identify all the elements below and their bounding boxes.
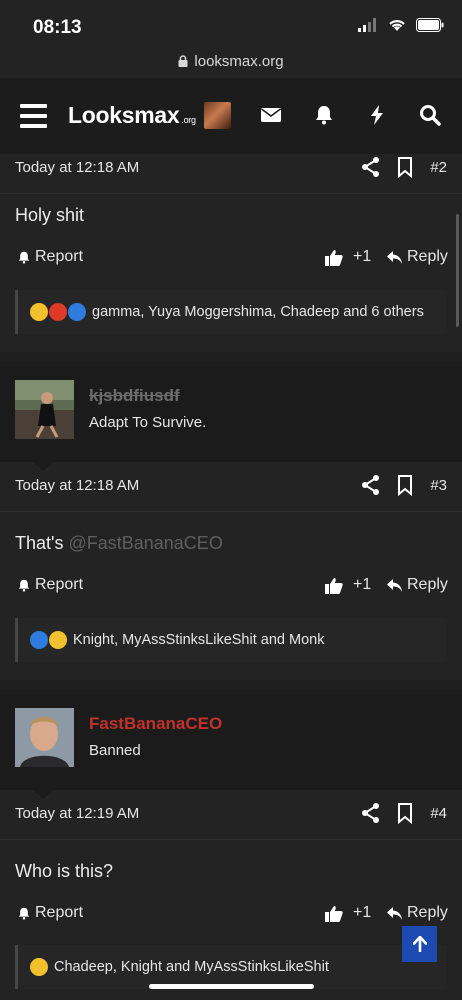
user-mention-link[interactable]: @FastBananaCEO [68,533,222,553]
user-block: kjsbdfiusdf Adapt To Survive. [0,366,462,471]
like-emoji-icon [30,631,48,649]
report-label: Report [35,576,84,593]
status-bar: 08:13 [0,0,462,46]
thumbs-up-icon [325,577,343,594]
username[interactable]: FastBananaCEO [89,714,222,734]
report-label: Report [35,904,84,921]
post-actions: Report +1 Reply [0,572,462,602]
share-icon[interactable] [361,802,381,824]
mail-icon[interactable] [260,104,282,126]
bookmark-icon[interactable] [395,802,415,824]
menu-icon[interactable] [20,104,47,128]
reactions-bar[interactable]: Knight, MyAssStinksLikeShit and Monk [15,618,447,662]
post-divider [0,680,462,694]
reply-label: Reply [407,248,448,265]
post-meta: Today at 12:19 AM #4 [0,790,462,840]
thumbs-up-icon [325,905,343,922]
lock-icon [178,55,188,67]
post-number[interactable]: #4 [430,805,447,822]
search-icon[interactable] [419,104,441,126]
reactions-text: Knight, MyAssStinksLikeShit and Monk [73,632,325,648]
bookmark-icon[interactable] [395,156,415,178]
battery-icon [416,18,444,32]
wifi-icon [389,20,405,31]
account-avatar[interactable] [204,102,231,129]
share-icon[interactable] [361,156,381,178]
reply-icon [387,578,402,592]
user-avatar[interactable] [15,380,74,439]
user-title: Adapt To Survive. [89,414,207,431]
user-title: Banned [89,742,141,759]
like-button[interactable]: +1 [325,904,371,922]
status-icons [358,18,444,32]
lightning-icon[interactable] [366,104,388,126]
report-label: Report [35,248,84,265]
laugh-emoji-icon [49,631,67,649]
like-label: +1 [353,248,372,265]
post-number[interactable]: #2 [430,159,447,176]
post-meta: Today at 12:18 AM #2 [0,144,462,194]
laugh-emoji-icon [30,303,48,321]
thread-content[interactable]: Today at 12:18 AM #2 Holy shit Report +1… [0,154,462,1000]
post-number[interactable]: #3 [430,477,447,494]
angry-emoji-icon [49,303,67,321]
post-date[interactable]: Today at 12:19 AM [15,805,139,822]
report-button[interactable]: Report [17,248,83,266]
bell-icon[interactable] [313,104,335,126]
thumbs-up-icon [325,249,343,266]
reply-label: Reply [407,576,448,593]
like-button[interactable]: +1 [325,576,371,594]
reply-icon [387,250,402,264]
like-emoji-icon [68,303,86,321]
reply-button[interactable]: Reply [386,248,448,266]
report-button[interactable]: Report [17,904,83,922]
like-button[interactable]: +1 [325,248,371,266]
post-body: Holy shit [15,205,85,225]
signal-icon [358,18,376,32]
like-label: +1 [353,904,372,921]
logo-text: Looksmax [68,102,180,128]
reactions-text: gamma, Yuya Moggershima, Chadeep and 6 o… [92,304,424,320]
post-divider [0,352,462,366]
post-body: That's @FastBananaCEO [15,533,223,554]
arrow-up-icon [412,936,427,952]
url-text: looksmax.org [194,52,284,70]
bell-icon [18,579,30,592]
scrollbar-thumb[interactable] [456,214,459,327]
share-icon[interactable] [361,474,381,496]
reply-button[interactable]: Reply [386,576,448,594]
url-bar[interactable]: looksmax.org [0,46,462,76]
reactions-text: Chadeep, Knight and MyAssStinksLikeShit [54,959,329,975]
post-body: Who is this? [15,861,114,881]
laugh-emoji-icon [30,958,48,976]
status-time: 08:13 [33,17,82,38]
like-label: +1 [353,576,372,593]
bell-icon [18,907,30,920]
reactions-bar[interactable]: gamma, Yuya Moggershima, Chadeep and 6 o… [15,290,447,334]
post-actions: Report +1 Reply [0,900,462,930]
scroll-to-top-button[interactable] [402,926,437,962]
post-text: That's [15,533,69,553]
reactions-bar[interactable]: Chadeep, Knight and MyAssStinksLikeShit [15,945,447,989]
site-logo[interactable]: Looksmax .org [68,102,196,129]
logo-suffix: .org [181,115,196,125]
home-indicator[interactable] [149,984,314,989]
bell-icon [18,251,30,264]
post-date[interactable]: Today at 12:18 AM [15,159,139,176]
username[interactable]: kjsbdfiusdf [89,386,180,406]
post-meta: Today at 12:18 AM #3 [0,462,462,512]
site-navbar: Looksmax .org [0,78,462,154]
reply-label: Reply [407,904,448,921]
bookmark-icon[interactable] [395,474,415,496]
user-block: FastBananaCEO Banned [0,694,462,799]
post-date[interactable]: Today at 12:18 AM [15,477,139,494]
reply-button[interactable]: Reply [386,904,448,922]
reply-icon [387,906,402,920]
post-actions: Report +1 Reply [0,244,462,274]
report-button[interactable]: Report [17,576,83,594]
user-avatar[interactable] [15,708,74,767]
